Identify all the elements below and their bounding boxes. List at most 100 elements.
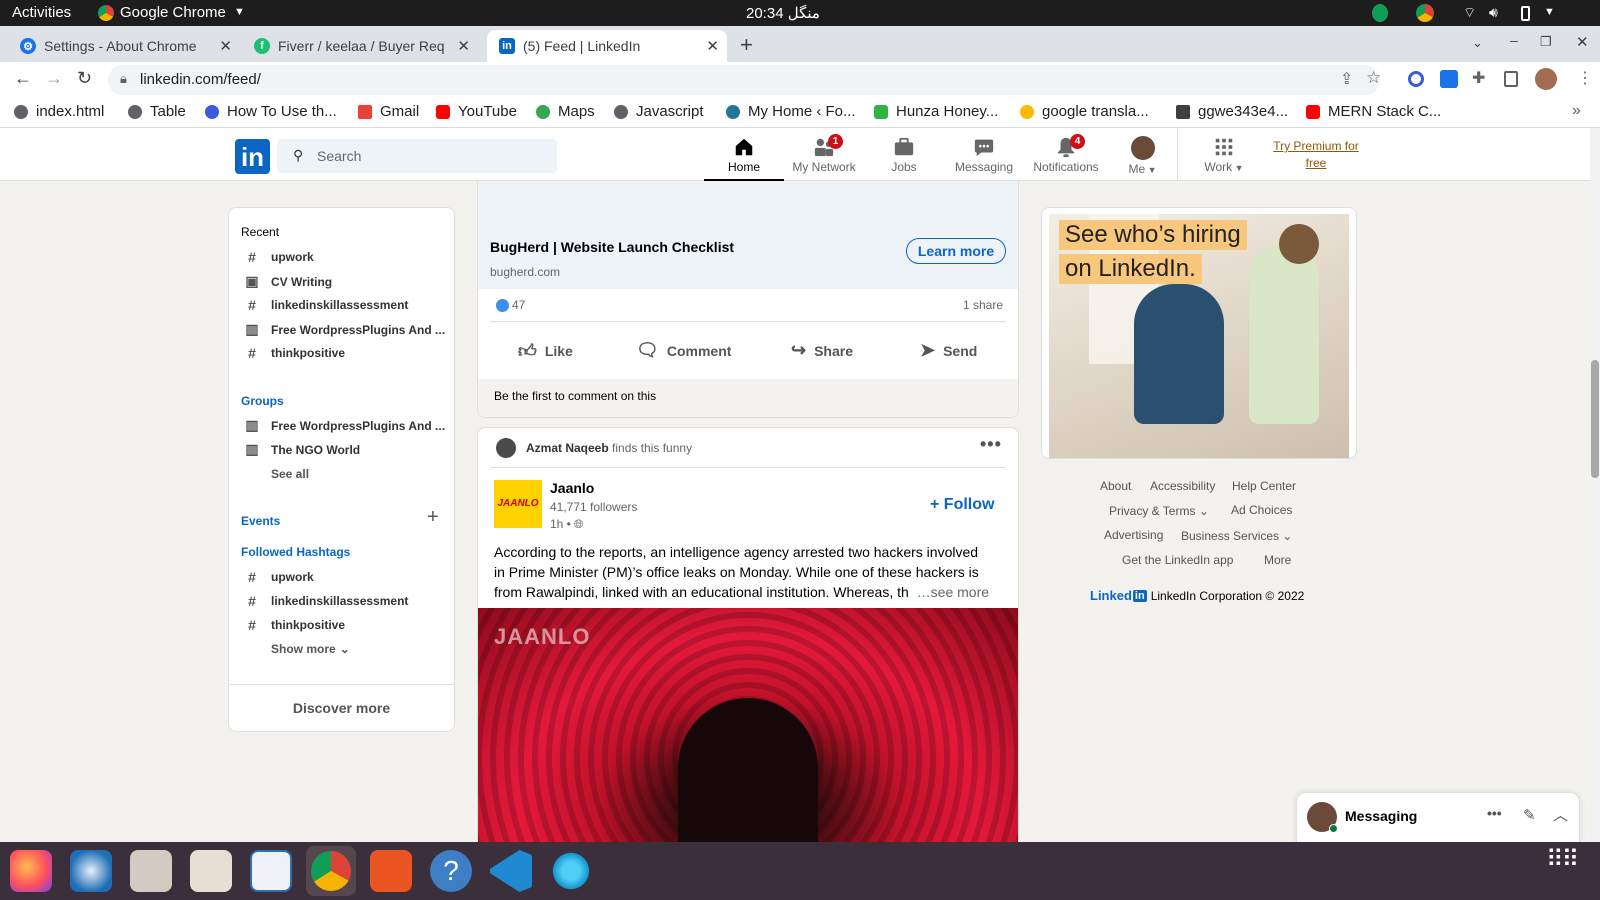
files-icon[interactable] <box>130 850 172 892</box>
bookmark-item[interactable]: index.html <box>14 103 104 120</box>
learn-more-button[interactable]: Learn more <box>906 238 1006 264</box>
nav-my-network[interactable]: My Network 1 <box>784 128 864 181</box>
reload-icon[interactable]: ↻ <box>77 68 92 89</box>
bookmark-item[interactable]: Gmail <box>358 103 419 120</box>
more-options-icon[interactable]: ••• <box>980 434 1002 455</box>
sidebar-item[interactable]: # linkedinskillassessment <box>243 593 408 609</box>
bookmark-item[interactable]: Hunza Honey... <box>874 103 998 120</box>
footer-link-about[interactable]: About <box>1100 479 1131 493</box>
puzzle-icon[interactable]: ✚ <box>1472 68 1485 88</box>
vscode-icon[interactable] <box>490 850 532 892</box>
volume-icon[interactable]: 🔊︎ <box>1489 4 1498 21</box>
context-author[interactable]: Azmat Naqeeb <box>526 441 609 455</box>
scrollbar-thumb[interactable] <box>1591 360 1599 478</box>
sidebar-item[interactable]: ▥ The NGO World <box>243 441 360 458</box>
followed-hashtags-title[interactable]: Followed Hashtags <box>241 545 350 559</box>
wifi-icon[interactable]: ⌔ <box>1463 4 1476 22</box>
comment-button[interactable]: 🗨︎ Comment <box>636 340 731 361</box>
sidebar-item[interactable]: # thinkpositive <box>243 345 345 361</box>
show-apps-icon[interactable]: ⠿⠿ <box>1546 848 1579 872</box>
bookmark-item[interactable]: google transla... <box>1020 103 1149 120</box>
reaction-count[interactable]: 47 <box>512 298 525 312</box>
chevron-up-icon[interactable]: ︿ <box>1553 804 1568 825</box>
right-ad[interactable]: See who’s hiring on LinkedIn. <box>1041 207 1357 459</box>
system-menu-arrow-icon[interactable]: ▼ <box>1544 6 1555 18</box>
address-bar[interactable]: 🔒︎ linkedin.com/feed/ ⇪ ☆ <box>108 65 1381 95</box>
side-panel-icon[interactable] <box>1504 71 1518 87</box>
rhythmbox-icon[interactable] <box>190 850 232 892</box>
sidebar-item[interactable]: ▥ Free WordpressPlugins And ... <box>243 321 445 338</box>
scrollbar[interactable] <box>1590 128 1600 842</box>
software-center-icon[interactable] <box>370 850 412 892</box>
bookmark-star-icon[interactable]: ☆ <box>1366 68 1381 88</box>
lock-icon[interactable]: 🔒︎ <box>120 71 127 87</box>
bookmark-item[interactable]: MERN Stack C... <box>1306 103 1441 120</box>
more-bookmarks-icon[interactable]: » <box>1572 102 1581 120</box>
app-menu[interactable]: Google Chrome <box>120 4 226 21</box>
sidebar-item[interactable]: # linkedinskillassessment <box>243 297 408 313</box>
see-all-link[interactable]: See all <box>271 467 309 481</box>
add-event-icon[interactable]: + <box>427 506 439 529</box>
firefox-icon[interactable] <box>10 850 52 892</box>
bookmark-item[interactable]: My Home ‹ Fo... <box>726 103 856 120</box>
writer-icon[interactable] <box>250 850 292 892</box>
battery-icon[interactable] <box>1521 6 1530 21</box>
avatar[interactable] <box>496 438 516 458</box>
nav-messaging[interactable]: Messaging <box>944 128 1024 181</box>
events-title[interactable]: Events <box>241 514 280 528</box>
close-icon[interactable]: ✕ <box>706 37 719 55</box>
nav-jobs[interactable]: Jobs <box>864 128 944 181</box>
bookmark-item[interactable]: How To Use th... <box>205 103 337 120</box>
bookmark-item[interactable]: Table <box>128 103 186 120</box>
groups-title[interactable]: Groups <box>241 394 284 408</box>
close-icon[interactable]: ✕ <box>219 37 232 55</box>
try-premium-link[interactable]: Try Premium for free <box>1266 138 1366 172</box>
footer-link-advertising[interactable]: Advertising <box>1104 528 1163 542</box>
minimize-icon[interactable]: – <box>1510 32 1518 48</box>
footer-link-help[interactable]: Help Center <box>1232 479 1296 493</box>
profile-avatar[interactable] <box>1535 68 1557 90</box>
show-more-link[interactable]: Show more ⌄ <box>271 642 350 656</box>
footer-link-more[interactable]: More <box>1264 553 1291 567</box>
send-button[interactable]: ➤ Send <box>920 340 977 361</box>
share-icon[interactable]: ⇪ <box>1340 69 1353 89</box>
maximize-icon[interactable]: ❐ <box>1540 34 1552 50</box>
sidebar-item[interactable]: ▥ Free WordpressPlugins And ... <box>243 417 445 434</box>
nav-notifications[interactable]: Notifications 4 <box>1024 128 1108 181</box>
sidebar-item[interactable]: # upwork <box>243 569 314 585</box>
follow-button[interactable]: + Follow <box>930 496 994 514</box>
share-button[interactable]: ↪ Share <box>791 340 853 361</box>
nav-me[interactable]: Me ▼ <box>1108 128 1178 181</box>
like-button[interactable]: 👍︎ Like <box>518 340 573 362</box>
activities-button[interactable]: Activities <box>12 4 71 21</box>
footer-link-business[interactable]: Business Services ⌄ <box>1181 529 1292 543</box>
first-comment-prompt[interactable]: Be the first to comment on this <box>494 389 656 403</box>
post-image[interactable]: JAANLO <box>478 608 1018 858</box>
see-more-link[interactable]: …see more <box>917 584 989 600</box>
messaging-label[interactable]: Messaging <box>1345 808 1417 824</box>
share-count[interactable]: 1 share <box>963 298 1003 312</box>
thunderbird-icon[interactable] <box>70 850 112 892</box>
extension-icon[interactable] <box>1408 71 1424 87</box>
status-indicator-icon[interactable] <box>1372 4 1388 22</box>
footer-link-privacy[interactable]: Privacy & Terms ⌄ <box>1109 504 1209 518</box>
ad-title[interactable]: BugHerd | Website Launch Checklist <box>490 239 734 255</box>
chrome-taskbar-active[interactable] <box>306 846 356 896</box>
bookmark-item[interactable]: ggwe343e4... <box>1176 103 1288 120</box>
url-text[interactable]: linkedin.com/feed/ <box>140 71 261 88</box>
ad-domain[interactable]: bugherd.com <box>490 265 560 279</box>
nav-work[interactable]: Work ▼ <box>1184 128 1264 181</box>
forward-icon[interactable]: → <box>45 68 63 89</box>
app-icon[interactable] <box>550 850 592 892</box>
footer-link-ad-choices[interactable]: Ad Choices <box>1231 503 1292 517</box>
bookmark-item[interactable]: Maps <box>536 103 595 120</box>
linkedin-logo[interactable]: in <box>235 139 270 174</box>
more-options-icon[interactable]: ••• <box>1487 805 1502 821</box>
back-icon[interactable]: ← <box>14 68 32 89</box>
search-input[interactable]: ⚲ Search <box>277 139 557 173</box>
app-menu-arrow-icon[interactable]: ▼ <box>234 6 245 18</box>
close-icon[interactable]: ✕ <box>454 37 470 55</box>
help-icon[interactable]: ? <box>430 850 472 892</box>
tab-search-icon[interactable]: ⌄ <box>1472 35 1483 51</box>
company-logo[interactable]: JAANLO <box>494 480 542 528</box>
